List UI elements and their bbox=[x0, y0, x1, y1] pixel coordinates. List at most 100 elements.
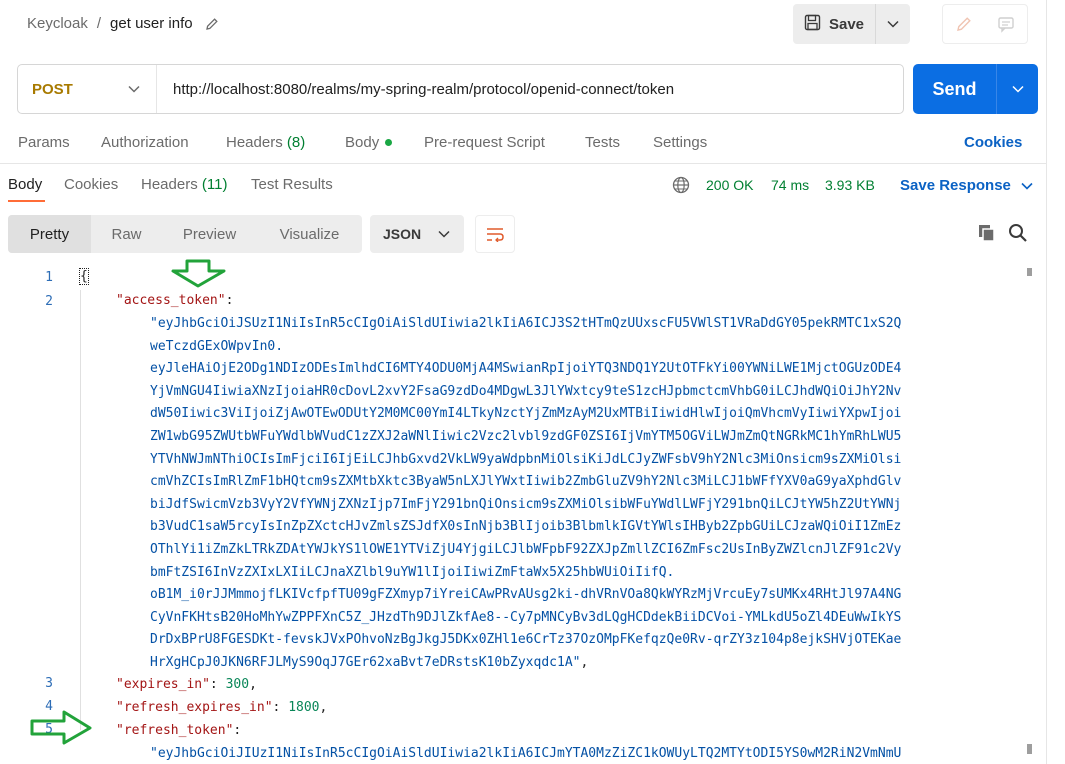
save-disk-icon bbox=[804, 14, 821, 35]
json-key: "refresh_expires_in" bbox=[116, 700, 273, 715]
json-string: YTVhNWJmNThiOCIsImFjciI6IjEiLCJhbGxvd2Vk… bbox=[150, 451, 902, 467]
save-group: Save bbox=[793, 4, 910, 44]
code-line: CyVnFKHtsB20HoMhYwZPPFXnC5Z_JHzdTh9DJlZk… bbox=[150, 607, 901, 630]
tab-params[interactable]: Params bbox=[18, 134, 70, 151]
wrap-icon[interactable] bbox=[475, 215, 515, 253]
format-label: JSON bbox=[383, 226, 422, 242]
method-label: POST bbox=[32, 80, 73, 98]
header-actions bbox=[942, 4, 1028, 44]
chevron-down-icon bbox=[438, 230, 450, 238]
code-line: OThlYi1iZmZkLTRkZDAtYWJkYS1lOWE1YTViZjU4… bbox=[150, 539, 901, 562]
tab-headers[interactable]: Headers (8) bbox=[226, 134, 305, 151]
pencil-icon[interactable] bbox=[205, 17, 219, 31]
chevron-down-icon bbox=[128, 85, 140, 93]
view-mode-toggle: Pretty Raw Preview Visualize bbox=[8, 215, 362, 253]
code-line: YTVhNWJmNThiOCIsImFjciI6IjEiLCJhbGxvd2Vk… bbox=[150, 449, 901, 472]
send-button[interactable]: Send bbox=[913, 64, 997, 114]
save-options-button[interactable] bbox=[876, 4, 910, 44]
code-line: "expires_in": 300, bbox=[116, 677, 257, 692]
view-raw[interactable]: Raw bbox=[91, 215, 162, 253]
line-number: 1 bbox=[45, 270, 53, 285]
json-key: "refresh_token" bbox=[116, 723, 234, 738]
json-string: YjVmNGU4IiwiaXNzIjoiaHR0cDovL2xvY2FsaG9z… bbox=[150, 383, 902, 399]
view-visualize[interactable]: Visualize bbox=[257, 215, 362, 253]
json-number: 300 bbox=[225, 677, 250, 692]
code-line: "eyJhbGciOiJSUzI1NiIsInR5cCIgOiAiSldUIiw… bbox=[150, 313, 901, 336]
open-brace: { bbox=[79, 268, 89, 285]
line-number: 2 bbox=[45, 294, 53, 309]
breadcrumb: Keycloak / get user info bbox=[27, 15, 219, 32]
json-string: "eyJhbGciOiJIUzI1NiIsInR5cCIgOiAiSldUIiw… bbox=[150, 746, 902, 761]
request-header: Keycloak / get user info Save bbox=[0, 0, 1046, 50]
json-string: CyVnFKHtsB20HoMhYwZPPFXnC5Z_JHzdTh9DJlZk… bbox=[150, 609, 902, 625]
search-icon[interactable] bbox=[1008, 223, 1028, 248]
tab-tests[interactable]: Tests bbox=[585, 134, 620, 151]
body-indicator-dot bbox=[385, 139, 393, 146]
response-headers-label: Headers bbox=[141, 176, 198, 193]
code-line: oB1M_i0rJJMmmojfLKIVcfpfTU09gFZXmyp7iYre… bbox=[150, 584, 901, 607]
status-code[interactable]: 200 OK bbox=[706, 177, 753, 193]
arrow-annotation bbox=[30, 710, 94, 751]
scrollbar-thumb[interactable] bbox=[1027, 744, 1032, 754]
copy-icon[interactable] bbox=[977, 223, 997, 248]
save-label: Save bbox=[828, 15, 865, 33]
response-tab-body[interactable]: Body bbox=[8, 176, 42, 193]
view-pretty[interactable]: Pretty bbox=[8, 215, 91, 253]
chevron-down-icon bbox=[1011, 85, 1024, 93]
code-line: { bbox=[79, 266, 89, 289]
json-string: biJdfSwicmVzb3VyY2VfYWNjZXNzIjp7ImFjY291… bbox=[150, 496, 902, 512]
response-tab-headers[interactable]: Headers (11) bbox=[141, 176, 227, 193]
breadcrumb-collection[interactable]: Keycloak bbox=[27, 15, 88, 32]
json-key: "expires_in" bbox=[116, 677, 210, 692]
panel-divider bbox=[1046, 0, 1047, 764]
json-string: weTczdGExOWpvIn0. bbox=[150, 338, 284, 354]
response-size[interactable]: 3.93 KB bbox=[825, 177, 875, 193]
comment-icon[interactable] bbox=[985, 5, 1027, 43]
cookies-link[interactable]: Cookies bbox=[964, 134, 1022, 151]
json-key: "access_token" bbox=[116, 293, 226, 308]
tab-settings[interactable]: Settings bbox=[653, 134, 707, 151]
code-line: "refresh_expires_in": 1800, bbox=[116, 700, 328, 715]
section-divider bbox=[0, 163, 1046, 164]
breadcrumb-separator: / bbox=[96, 15, 102, 32]
send-options-button[interactable] bbox=[997, 64, 1038, 114]
code-line: b3VudC1saW5rcyIsInZpZXctcHJvZmlsZSJdfX0s… bbox=[150, 516, 901, 539]
tab-headers-label: Headers bbox=[226, 134, 283, 151]
json-string: dW50Iiwic3ViIjoiZjAwOTEwODUtY2M0MC00YmI4… bbox=[150, 406, 902, 422]
edit-icon[interactable] bbox=[943, 5, 985, 43]
code-scrollbar[interactable] bbox=[1025, 268, 1033, 764]
json-string: ZW1wbG95ZWUtbWFuYWdlbWVudC1zZXJ2aWNlIiwi… bbox=[150, 429, 902, 444]
code-line: dW50Iiwic3ViIjoiZjAwOTEwODUtY2M0MC00YmI4… bbox=[150, 403, 901, 426]
response-tab-test-results[interactable]: Test Results bbox=[251, 176, 333, 193]
response-time[interactable]: 74 ms bbox=[771, 177, 809, 193]
json-string: b3VudC1saW5rcyIsInZpZXctcHJvZmlsZSJdfX0s… bbox=[150, 519, 902, 535]
headers-count: (8) bbox=[286, 134, 306, 151]
tab-body[interactable]: Body bbox=[345, 134, 393, 151]
format-select[interactable]: JSON bbox=[370, 215, 464, 253]
globe-icon[interactable] bbox=[672, 176, 690, 199]
save-button[interactable]: Save bbox=[793, 4, 876, 44]
json-number: 1800 bbox=[288, 700, 320, 715]
code-line: "eyJhbGciOiJIUzI1NiIsInR5cCIgOiAiSldUIiw… bbox=[150, 743, 901, 764]
json-string: eyJleHAiOjE2ODg1NDIzODEsImlhdCI6MTY4ODU0… bbox=[150, 361, 902, 377]
tab-authorization[interactable]: Authorization bbox=[101, 134, 189, 151]
code-line: cmVhZCIsImRlZmF1bHQtcm9sZXMtbXktc3ByaW5n… bbox=[150, 471, 901, 494]
json-string: cmVhZCIsImRlZmF1bHQtcm9sZXMtbXktc3ByaW5n… bbox=[150, 474, 902, 490]
tab-pre-request-script[interactable]: Pre-request Script bbox=[424, 134, 545, 151]
code-line: DrDxBPrU8FGESDKt-fevskJVxPOhvoNzBgJkgJ5D… bbox=[150, 629, 901, 652]
code-line: bmFtZSI6InVzZXIxLXIiLCJnaXZlbl9uYW1lIjoi… bbox=[150, 562, 674, 585]
tab-body-label: Body bbox=[345, 134, 380, 151]
response-tab-cookies[interactable]: Cookies bbox=[64, 176, 118, 193]
scrollbar-thumb[interactable] bbox=[1027, 268, 1032, 276]
json-string: bmFtZSI6InVzZXIxLXIiLCJnaXZlbl9uYW1lIjoi… bbox=[150, 564, 675, 580]
code-line: weTczdGExOWpvIn0. bbox=[150, 336, 283, 359]
save-response-button[interactable]: Save Response bbox=[900, 177, 1033, 194]
json-string: OThlYi1iZmZkLTRkZDAtYWJkYS1lOWE1YTViZjU4… bbox=[150, 542, 902, 557]
request-name[interactable]: get user info bbox=[110, 15, 193, 32]
view-preview[interactable]: Preview bbox=[162, 215, 257, 253]
response-headers-count: (11) bbox=[201, 176, 228, 193]
code-line: ZW1wbG95ZWUtbWFuYWdlbWVudC1zZXJ2aWNlIiwi… bbox=[150, 426, 901, 449]
method-select[interactable]: POST bbox=[18, 65, 157, 113]
json-string: "eyJhbGciOiJSUzI1NiIsInR5cCIgOiAiSldUIiw… bbox=[150, 316, 902, 331]
url-input[interactable]: http://localhost:8080/realms/my-spring-r… bbox=[157, 81, 674, 98]
